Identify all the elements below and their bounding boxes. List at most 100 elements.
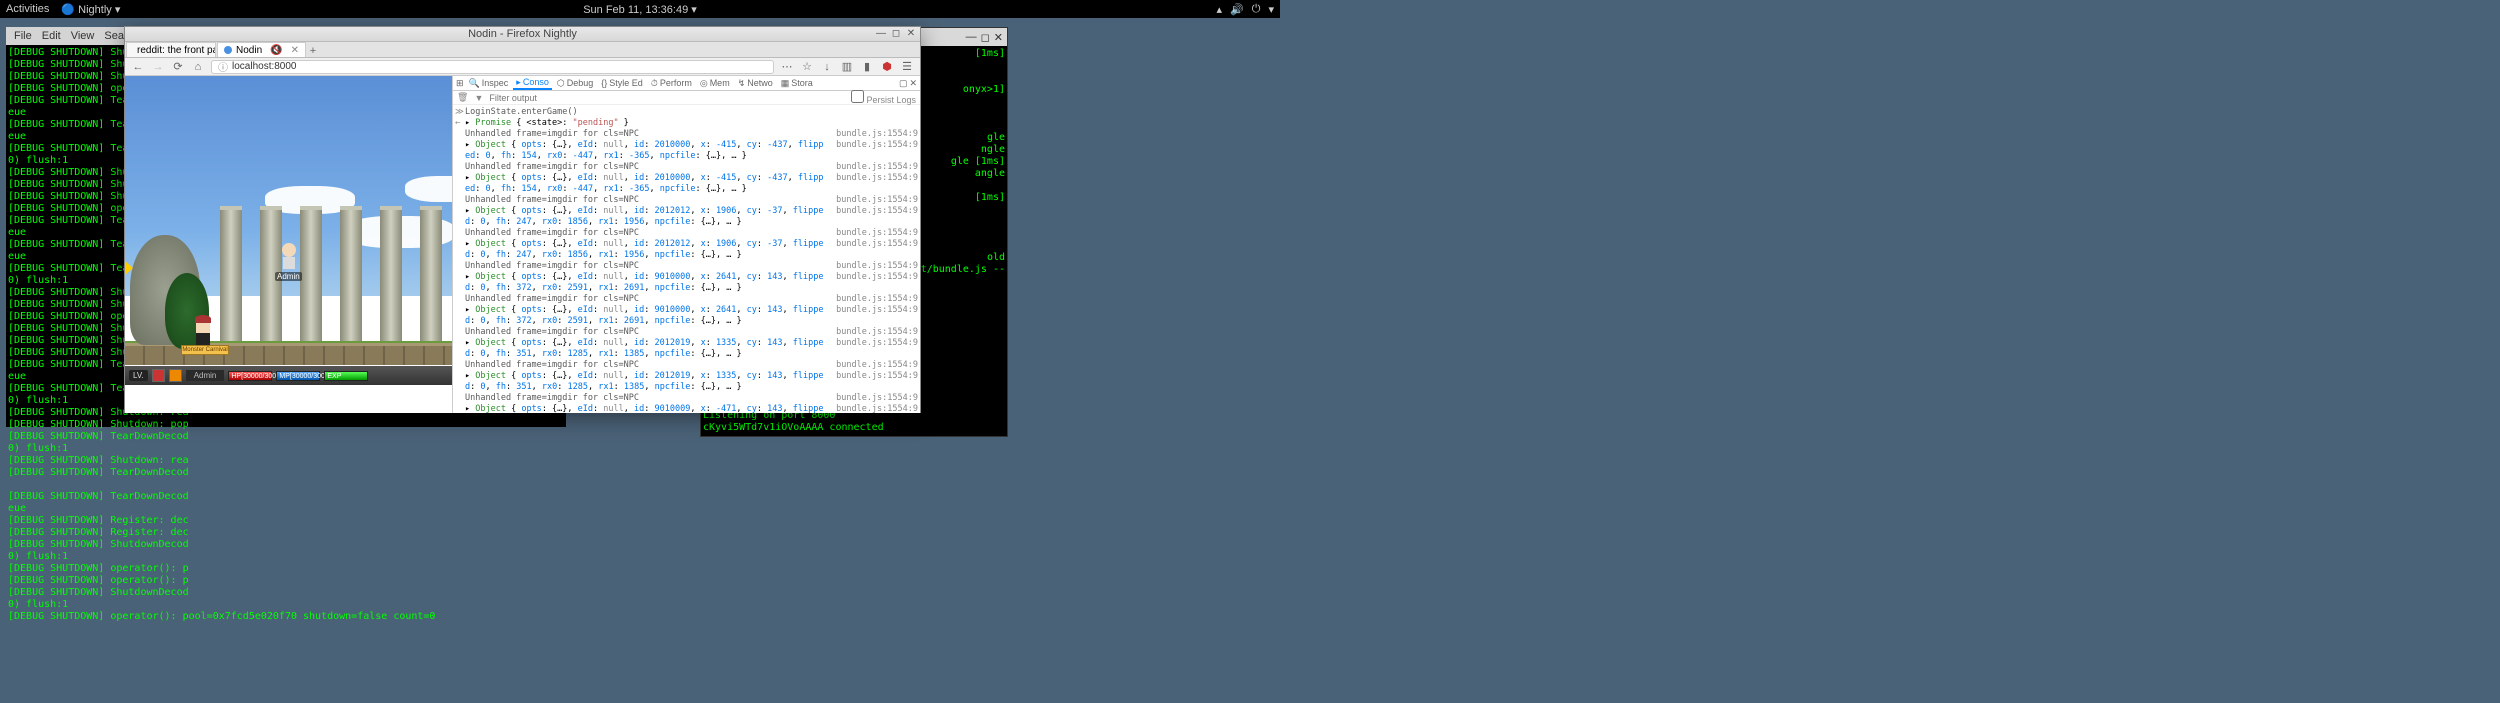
bookmark-icon[interactable]: ☆ xyxy=(800,60,814,74)
pillar xyxy=(300,206,322,346)
console-line[interactable]: ←▸ Promise { <state>: "pending" } xyxy=(455,118,918,129)
menu-view[interactable]: View xyxy=(71,30,95,42)
window-title: Nodin - Firefox Nightly xyxy=(468,28,577,40)
console-line[interactable]: Unhandled frame=imgdir for cls=NPCbundle… xyxy=(455,261,918,272)
console-line[interactable]: ▸ Object { opts: {…}, eId: null, id: 901… xyxy=(455,404,918,413)
trash-icon[interactable]: 🗑 xyxy=(457,92,468,103)
persist-logs-checkbox[interactable]: Persist Logs xyxy=(851,90,916,105)
console-line[interactable]: Unhandled frame=imgdir for cls=NPCbundle… xyxy=(455,360,918,371)
new-tab-button[interactable]: + xyxy=(306,45,320,57)
firefox-window: Nodin - Firefox Nightly — ◻ ✕ reddit: th… xyxy=(124,26,921,413)
mp-bar: MP[30000/30000] xyxy=(276,371,320,381)
game-status-bar: LV. Admin HP[30000/30000] MP[30000/30000… xyxy=(125,366,452,385)
user-menu[interactable]: ▾ xyxy=(1268,3,1274,16)
console-line[interactable]: ▸ Object { opts: {…}, eId: null, id: 201… xyxy=(455,173,918,195)
stone-floor xyxy=(125,343,452,365)
console-filter-bar: 🗑 ▼ Persist Logs xyxy=(453,91,920,105)
player-name: Admin xyxy=(186,370,225,381)
pillar xyxy=(380,206,402,346)
pillar xyxy=(340,206,362,346)
console-line[interactable]: Unhandled frame=imgdir for cls=NPCbundle… xyxy=(455,393,918,404)
console-line[interactable]: ▸ Object { opts: {…}, eId: null, id: 201… xyxy=(455,371,918,393)
menu-edit[interactable]: Edit xyxy=(42,30,61,42)
activities-button[interactable]: Activities xyxy=(6,3,49,16)
reload-button[interactable]: ⟳ xyxy=(171,60,185,74)
devtools-dock-icon[interactable]: ▢ xyxy=(899,78,908,89)
devtools-tabs: ⊞ 🔍Inspec ▸Conso ⬡Debug {}Style Ed ⏱Perf… xyxy=(453,76,920,91)
power-icon[interactable]: ⏻ xyxy=(1252,3,1261,16)
close-button[interactable]: ✕ xyxy=(994,31,1003,44)
game-canvas[interactable]: Monster Carnival Admin LV. Admin HP[3000… xyxy=(125,76,452,413)
tab-debugger[interactable]: ⬡Debug xyxy=(554,76,596,90)
devtools-panel: ⊞ 🔍Inspec ▸Conso ⬡Debug {}Style Ed ⏱Perf… xyxy=(452,76,920,413)
tab-nodin[interactable]: Nodin 🔇✕ xyxy=(217,42,306,57)
tab-network[interactable]: ↯Netwo xyxy=(735,76,776,90)
tab-performance[interactable]: ⏱Perform xyxy=(648,76,695,90)
npc-ringmaster[interactable] xyxy=(193,315,213,345)
console-line[interactable]: ▸ Object { opts: {…}, eId: null, id: 201… xyxy=(455,140,918,162)
player-name-label: Admin xyxy=(275,272,302,281)
nodin-favicon-icon xyxy=(224,46,232,54)
tab-close-icon[interactable]: ✕ xyxy=(291,45,299,56)
console-line[interactable]: ▸ Object { opts: {…}, eId: null, id: 901… xyxy=(455,305,918,327)
url-toolbar: ← → ⟳ ⌂ ⓘlocalhost:8000 ⋯ ☆ ↓ ▥ ▮ ⬢ ☰ xyxy=(125,58,920,76)
app-menu[interactable]: 🔵 Nightly ▾ xyxy=(61,3,120,16)
minimize-button[interactable]: — xyxy=(875,28,887,40)
console-line[interactable]: ≫LoginState.enterGame() xyxy=(455,107,918,118)
tab-mute-icon[interactable]: 🔇 xyxy=(270,45,282,56)
tab-memory[interactable]: ◎Mem xyxy=(697,76,733,90)
sidebar-icon[interactable]: ▮ xyxy=(860,60,874,74)
library-icon[interactable]: ▥ xyxy=(840,60,854,74)
hp-bar: HP[30000/30000] xyxy=(228,371,272,381)
console-line[interactable]: ▸ Object { opts: {…}, eId: null, id: 201… xyxy=(455,239,918,261)
clock[interactable]: Sun Feb 11, 13:36:49 ▾ xyxy=(583,3,697,16)
console-line[interactable]: Unhandled frame=imgdir for cls=NPCbundle… xyxy=(455,228,918,239)
devtools-close-icon[interactable]: ✕ xyxy=(909,78,917,89)
filter-input[interactable] xyxy=(489,93,845,103)
volume-icon[interactable]: 🔊 xyxy=(1230,3,1244,16)
minimize-button[interactable]: — xyxy=(966,31,977,43)
menu-file[interactable]: File xyxy=(14,30,32,42)
tab-reddit[interactable]: reddit: the front page of t xyxy=(126,42,216,57)
tab-inspector[interactable]: 🔍Inspec xyxy=(466,76,512,90)
tab-style[interactable]: {}Style Ed xyxy=(598,76,646,90)
tab-storage[interactable]: ▦Stora xyxy=(778,76,816,90)
console-line[interactable]: ▸ Object { opts: {…}, eId: null, id: 201… xyxy=(455,338,918,360)
maximize-button[interactable]: ◻ xyxy=(890,28,902,40)
gnome-topbar: Activities 🔵 Nightly ▾ Sun Feb 11, 13:36… xyxy=(0,0,1280,18)
tab-strip: reddit: the front page of t Nodin 🔇✕ + xyxy=(125,42,920,58)
console-line[interactable]: ▸ Object { opts: {…}, eId: null, id: 901… xyxy=(455,272,918,294)
player-character[interactable] xyxy=(279,243,299,271)
downloads-icon[interactable]: ↓ xyxy=(820,60,834,74)
devtools-picker-icon[interactable]: ⊞ xyxy=(456,78,464,89)
network-icon[interactable]: ▴ xyxy=(1217,3,1223,16)
sign-monster-carnival: Monster Carnival xyxy=(181,345,229,355)
maximize-button[interactable]: ◻ xyxy=(981,31,990,44)
forward-button[interactable]: → xyxy=(151,60,165,74)
exp-bar: EXP xyxy=(324,371,368,381)
back-button[interactable]: ← xyxy=(131,60,145,74)
url-input[interactable]: ⓘlocalhost:8000 xyxy=(211,60,774,74)
cloud xyxy=(405,176,452,202)
console-line[interactable]: Unhandled frame=imgdir for cls=NPCbundle… xyxy=(455,129,918,140)
menu-icon[interactable]: ☰ xyxy=(900,60,914,74)
level-label: LV. xyxy=(129,370,148,381)
window-titlebar[interactable]: Nodin - Firefox Nightly — ◻ ✕ xyxy=(125,27,920,42)
quickslot-1[interactable] xyxy=(152,369,165,382)
pillar xyxy=(220,206,242,346)
console-line[interactable]: Unhandled frame=imgdir for cls=NPCbundle… xyxy=(455,294,918,305)
console-line[interactable]: Unhandled frame=imgdir for cls=NPCbundle… xyxy=(455,195,918,206)
info-icon[interactable]: ⓘ xyxy=(218,59,228,74)
page-actions-icon[interactable]: ⋯ xyxy=(780,60,794,74)
pillar xyxy=(420,206,442,346)
quickslot-2[interactable] xyxy=(169,369,182,382)
console-line[interactable]: ▸ Object { opts: {…}, eId: null, id: 201… xyxy=(455,206,918,228)
filter-icon[interactable]: ▼ xyxy=(474,93,483,103)
close-button[interactable]: ✕ xyxy=(905,28,917,40)
home-button[interactable]: ⌂ xyxy=(191,60,205,74)
addon-icon[interactable]: ⬢ xyxy=(880,60,894,74)
console-line[interactable]: Unhandled frame=imgdir for cls=NPCbundle… xyxy=(455,162,918,173)
tab-console[interactable]: ▸Conso xyxy=(513,76,552,90)
console-output[interactable]: ≫LoginState.enterGame()←▸ Promise { <sta… xyxy=(453,105,920,413)
console-line[interactable]: Unhandled frame=imgdir for cls=NPCbundle… xyxy=(455,327,918,338)
